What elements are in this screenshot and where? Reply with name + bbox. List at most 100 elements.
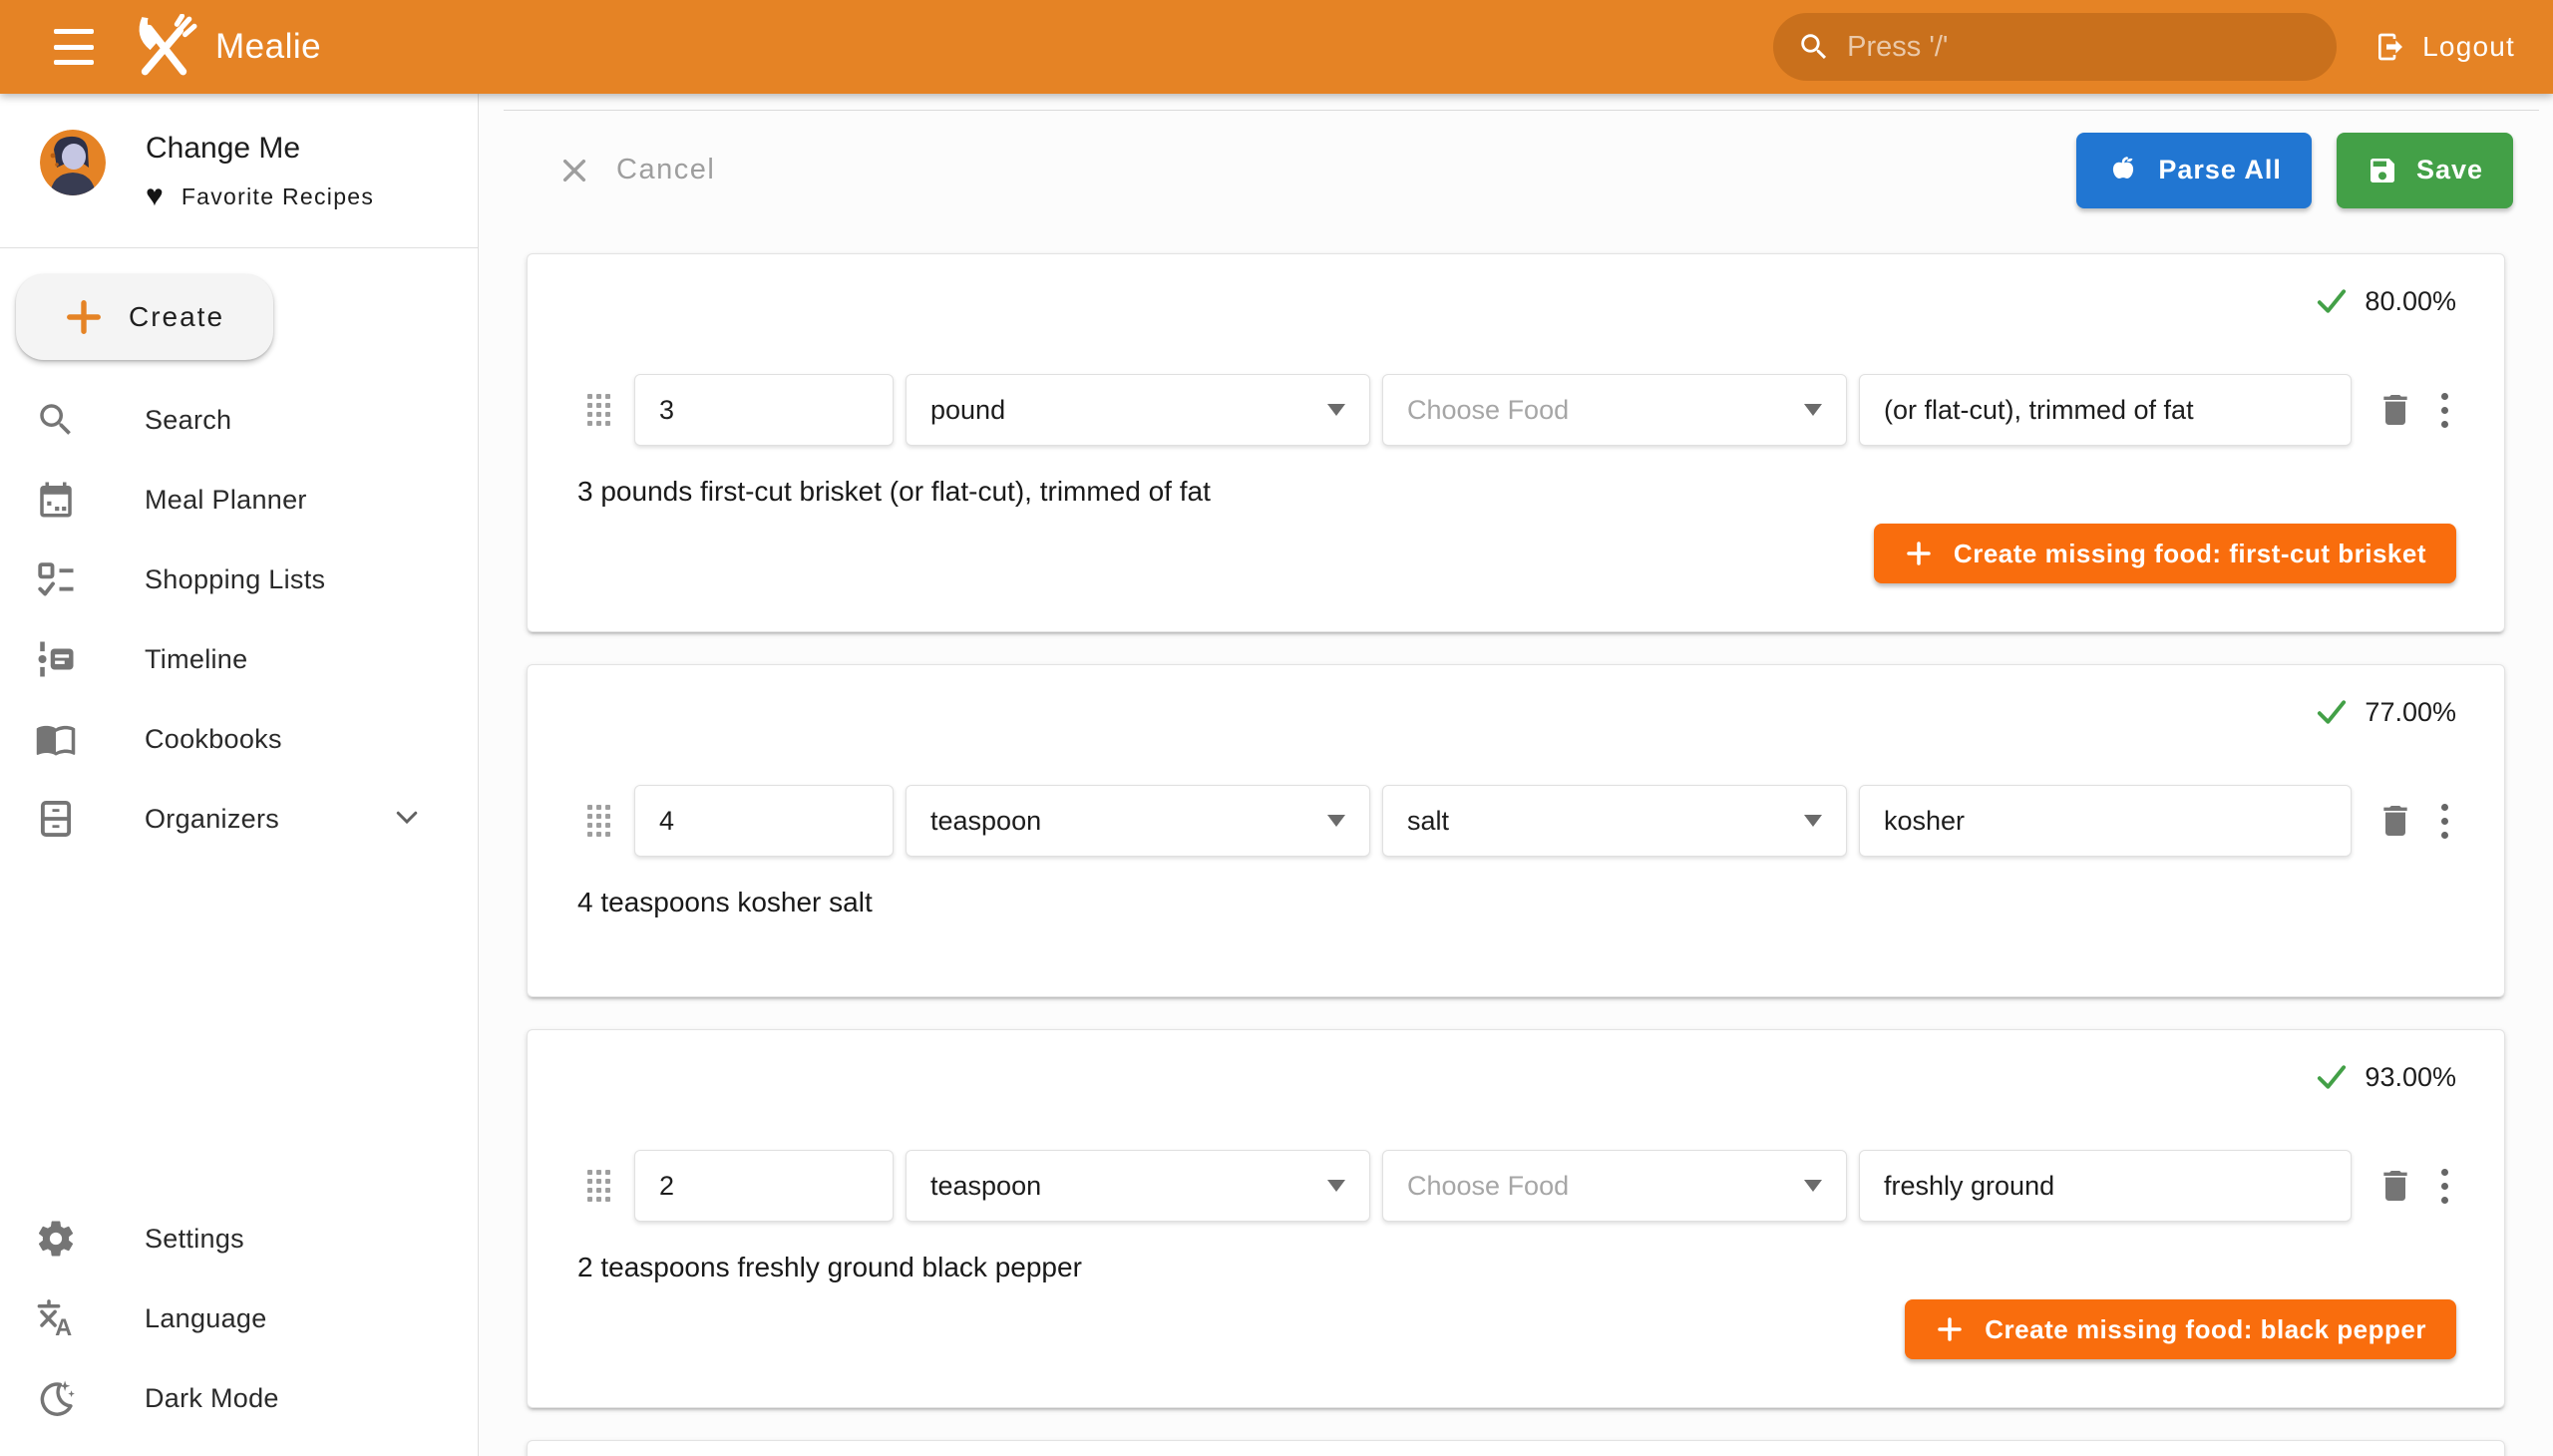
drag-handle-icon[interactable] [587,805,610,837]
menu-icon[interactable] [54,29,98,65]
sidebar-item-label: Settings [145,1224,244,1255]
drag-handle-icon[interactable] [587,1170,610,1202]
sidebar-item-shopping-lists[interactable]: Shopping Lists [0,540,478,619]
app-title: Mealie [215,27,321,67]
plus-icon [1904,539,1934,568]
food-select[interactable]: salt [1382,785,1847,857]
close-icon [558,155,590,186]
sidebar-item-label: Meal Planner [145,485,307,516]
book-icon [33,718,79,760]
plus-icon [65,298,103,336]
user-name: Change Me [146,132,374,166]
sidebar: Change Me ♥ Favorite Recipes Create Sear… [0,94,479,1456]
sidebar-item-label: Organizers [145,804,279,835]
quantity-input[interactable] [659,1171,869,1202]
favorite-recipes-label: Favorite Recipes [182,183,374,210]
parse-all-label: Parse All [2158,155,2282,185]
food-value: salt [1407,806,1449,837]
logout-button[interactable]: Logout [2374,31,2515,63]
food-select[interactable]: Choose Food [1382,1150,1847,1222]
apple-icon [2106,154,2140,187]
create-missing-food-button[interactable]: Create missing food: first-cut brisket [1874,524,2456,583]
avatar[interactable] [40,130,106,195]
quantity-field[interactable] [634,1150,894,1222]
unit-select[interactable]: teaspoon [906,785,1370,857]
food-placeholder: Choose Food [1407,395,1569,426]
note-field[interactable] [1859,1150,2352,1222]
confidence-row: 77.00% [575,695,2456,729]
create-missing-food-label: Create missing food: black pepper [1985,1314,2426,1345]
note-field[interactable] [1859,374,2352,446]
sidebar-item-timeline[interactable]: Timeline [0,619,478,699]
unit-select[interactable]: pound [906,374,1370,446]
create-missing-food-button[interactable]: Create missing food: black pepper [1905,1299,2456,1359]
logout-label: Logout [2422,31,2515,63]
quantity-input[interactable] [659,806,869,837]
note-input[interactable] [1884,1171,2327,1202]
original-ingredient-text: 3 pounds first-cut brisket (or flat-cut)… [577,476,2456,508]
app-bar: Mealie Logout [0,0,2553,94]
sidebar-item-dark-mode[interactable]: Dark Mode [0,1358,478,1438]
unit-value: pound [930,395,1005,426]
dropdown-caret-icon [1804,815,1822,827]
note-input[interactable] [1884,806,2327,837]
food-select[interactable]: Choose Food [1382,374,1847,446]
more-options-button[interactable] [2441,393,2448,428]
dropdown-caret-icon [1804,1180,1822,1192]
more-options-button[interactable] [2441,1169,2448,1204]
save-button[interactable]: Save [2337,133,2513,208]
save-icon [2367,155,2398,186]
user-section: Change Me ♥ Favorite Recipes [0,94,478,211]
create-missing-food-label: Create missing food: first-cut brisket [1954,539,2426,569]
confidence-row: 93.00% [575,1060,2456,1094]
unit-value: teaspoon [930,806,1041,837]
gear-icon [33,1218,79,1260]
cabinet-icon [33,798,79,840]
trash-icon [2375,390,2415,430]
quantity-field[interactable] [634,374,894,446]
search-icon [33,399,79,441]
unit-select[interactable]: teaspoon [906,1150,1370,1222]
sidebar-item-label: Shopping Lists [145,564,325,595]
parser-toolbar: Cancel Parse All Save [504,110,2539,229]
sidebar-divider [0,247,478,248]
note-field[interactable] [1859,785,2352,857]
sidebar-item-organizers[interactable]: Organizers [0,779,478,859]
translate-icon: A [33,1297,79,1339]
favorite-recipes-link[interactable]: ♥ Favorite Recipes [146,182,374,211]
sidebar-item-search[interactable]: Search [0,380,478,460]
moon-stars-icon [33,1377,79,1419]
global-search[interactable] [1773,13,2337,81]
confidence-value: 93.00% [2365,1062,2456,1093]
logout-icon [2374,31,2406,63]
quantity-field[interactable] [634,785,894,857]
original-ingredient-text: 4 teaspoons kosher salt [577,887,2456,918]
sidebar-item-settings[interactable]: Settings [0,1199,478,1278]
checklist-icon [33,558,79,600]
delete-button[interactable] [2375,801,2415,841]
sidebar-item-meal-planner[interactable]: Meal Planner [0,460,478,540]
ingredient-card: 80.00% pound Choose Food [527,253,2505,632]
dropdown-caret-icon [1327,1180,1345,1192]
mealie-logo-icon [132,14,197,80]
heart-icon: ♥ [146,182,164,211]
ingredient-card-partial [527,1440,2505,1456]
delete-button[interactable] [2375,1166,2415,1206]
quantity-input[interactable] [659,395,869,426]
delete-button[interactable] [2375,390,2415,430]
create-label: Create [129,301,224,333]
more-options-button[interactable] [2441,804,2448,839]
note-input[interactable] [1884,395,2327,426]
cancel-button[interactable]: Cancel [558,154,715,186]
unit-value: teaspoon [930,1171,1041,1202]
calendar-icon [33,479,79,521]
drag-handle-icon[interactable] [587,394,610,426]
sidebar-item-language[interactable]: A Language [0,1278,478,1358]
search-icon [1797,30,1831,64]
create-button[interactable]: Create [16,274,273,360]
search-input[interactable] [1847,31,2286,64]
parse-all-button[interactable]: Parse All [2076,133,2312,208]
sidebar-item-label: Dark Mode [145,1383,279,1414]
trash-icon [2375,801,2415,841]
sidebar-item-cookbooks[interactable]: Cookbooks [0,699,478,779]
